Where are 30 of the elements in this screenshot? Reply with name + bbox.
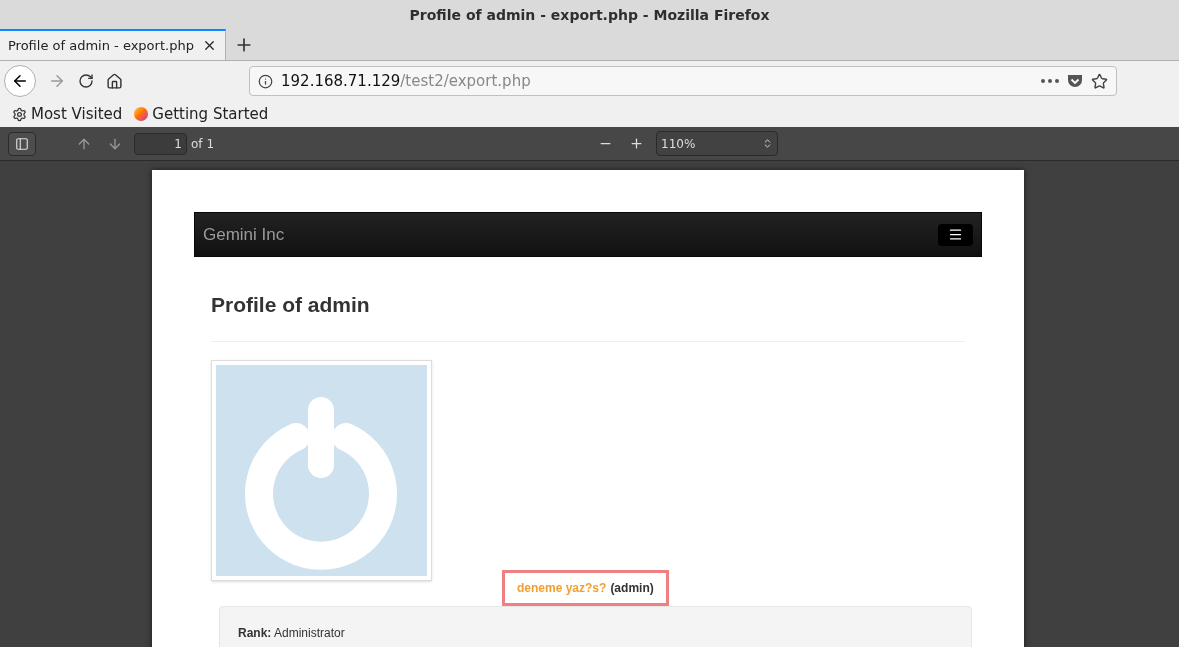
address-bar[interactable]: 192.168.71.129/test2/export.php (249, 66, 1117, 96)
page-count: of 1 (191, 135, 214, 153)
browser-tab[interactable]: Profile of admin - export.php (0, 29, 226, 60)
profile-heading: Profile of admin (211, 292, 371, 318)
sidebar-icon (15, 136, 29, 151)
url-path: /test2/export.php (400, 70, 532, 92)
gear-icon (12, 106, 27, 122)
zoom-in-icon[interactable] (629, 136, 644, 151)
menu-button[interactable] (938, 223, 973, 246)
window-title: Profile of admin - export.php - Mozilla Firefox (409, 5, 770, 25)
bookmark-item[interactable]: Getting Started (134, 102, 269, 126)
pocket-icon[interactable] (1067, 73, 1083, 89)
more-icon[interactable] (1041, 79, 1059, 83)
home-icon[interactable] (106, 72, 123, 90)
detail-line: Rank: Administrator (238, 624, 346, 642)
reload-icon[interactable] (78, 73, 94, 89)
zoom-select[interactable]: 110% (656, 131, 778, 156)
username: (admin) (610, 579, 654, 597)
info-icon[interactable] (258, 73, 273, 89)
bookmark-star-icon[interactable] (1091, 72, 1108, 90)
close-icon[interactable] (202, 38, 217, 53)
sidebar-toggle-button[interactable] (8, 131, 36, 156)
back-button[interactable] (4, 65, 36, 97)
page-number-field[interactable]: 1 (134, 132, 187, 155)
site-brand[interactable]: Gemini Inc (203, 221, 285, 248)
dropdown-arrows-icon (762, 138, 773, 149)
bookmark-item[interactable]: Most Visited (12, 102, 123, 126)
url-host: 192.168.71.129 (281, 70, 401, 92)
browser-logo-icon (134, 107, 149, 121)
menu-icon (948, 227, 963, 242)
